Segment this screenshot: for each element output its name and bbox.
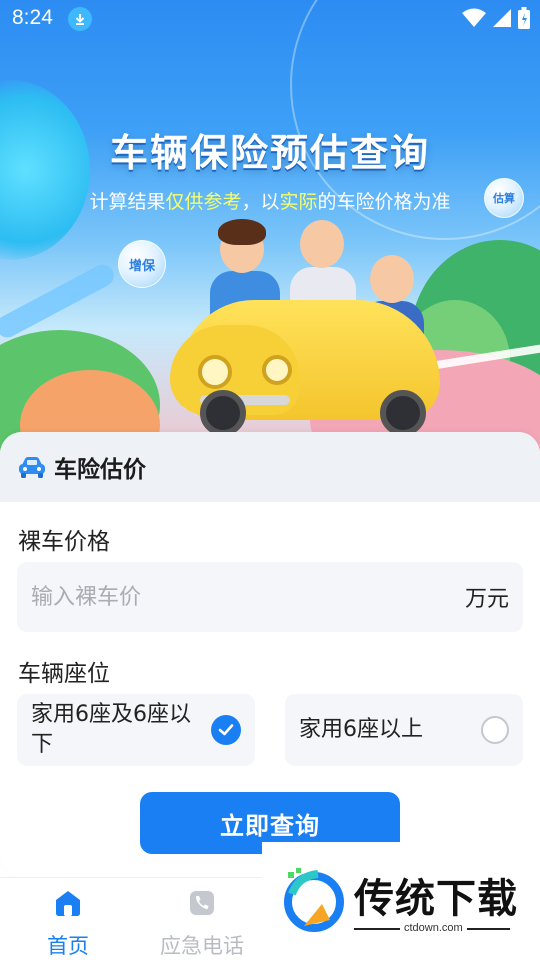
watermark-brand: 传统下载 [354, 876, 518, 922]
car-wheel [200, 390, 246, 436]
seats-label: 车辆座位 [18, 661, 110, 687]
price-unit: 万元 [464, 587, 509, 612]
bubble-gusuan: 估算 [484, 178, 524, 218]
status-bar: 8:24 [0, 0, 540, 36]
home-icon [56, 891, 80, 916]
person-mom [292, 214, 352, 272]
seat-option-above-6[interactable]: 家用6座以上 [285, 694, 523, 766]
car-wheel [380, 390, 426, 436]
watermark-url: ctdown.com [400, 922, 467, 934]
nav-item-home[interactable]: 首页 [8, 888, 128, 960]
download-icon [68, 7, 92, 31]
nav-label: 首页 [47, 934, 89, 958]
price-input[interactable] [31, 584, 465, 610]
person-dad [218, 219, 266, 273]
car-headlight [262, 355, 292, 385]
price-field[interactable]: 万元 [17, 562, 523, 632]
seat-option-label: 家用6座以上 [299, 717, 423, 742]
hero-banner: 车辆保险预估查询 计算结果仅供参考，以实际的车险价格为准 增保 估算 [0, 0, 540, 470]
battery-icon [518, 7, 530, 29]
wifi-icon [462, 8, 486, 27]
nav-label: 应急电话 [160, 934, 244, 958]
signal-icon [493, 9, 511, 27]
car-icon [19, 457, 45, 478]
price-label: 裸车价格 [18, 529, 110, 555]
status-time: 8:24 [12, 6, 53, 29]
radio-empty-icon[interactable] [481, 716, 509, 744]
watermark-logo-icon [284, 868, 344, 932]
hero-title: 车辆保险预估查询 [109, 131, 430, 175]
phone-icon [190, 891, 214, 915]
checkmark-icon[interactable] [211, 715, 241, 745]
nav-item-emergency[interactable]: 应急电话 [142, 888, 262, 960]
status-icons [462, 7, 530, 29]
family-car-illustration [170, 205, 470, 445]
car-headlight [198, 355, 232, 389]
person-girl [364, 249, 420, 309]
subtitle-text: 计算结果 [89, 191, 166, 213]
insurance-estimate-card: 车险估价 裸车价格 万元 车辆座位 家用6座及6座以下 家用6座以上 立即查询 [0, 432, 540, 877]
card-title: 车险估价 [54, 457, 146, 483]
bubble-zengbao: 增保 [118, 240, 166, 288]
card-header: 车险估价 [0, 432, 540, 502]
watermark: 传统下载 ctdown.com [262, 842, 540, 960]
seat-option-label: 家用6座及6座以下 [31, 702, 191, 757]
seat-option-6-and-below[interactable]: 家用6座及6座以下 [17, 694, 255, 766]
